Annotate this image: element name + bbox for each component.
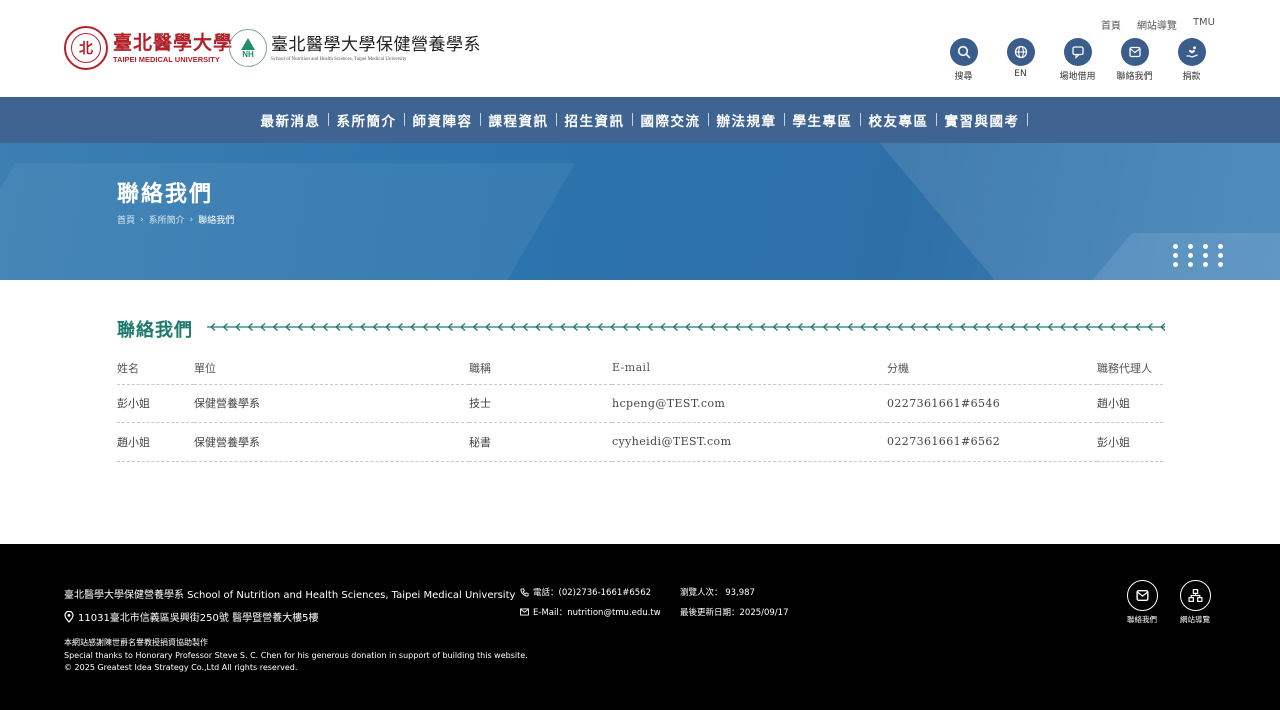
cell-name: 彭小姐 [117,384,194,423]
mail-icon [1120,38,1149,66]
department-logo-zh: 臺北醫學大學保健營養學系 [271,34,481,55]
footer-address: 11031臺北市信義區吳興街250號 醫學暨營養大樓5樓 [64,609,318,624]
venue-rental-button[interactable]: 場地借用 [1049,38,1106,82]
cell-title: 技士 [469,384,612,423]
breadcrumb-about[interactable]: 系所簡介 [149,213,185,226]
tmu-logo-zh: 臺北醫學大學 [113,32,234,54]
footer-visit-count: 瀏覽人次： 93,987 [680,588,755,598]
chevron-right-icon: › [189,214,194,225]
top-link-home[interactable]: 首頁 [1101,17,1121,32]
footer-phone: 電話：(02)2736-1661#6562 [520,586,651,598]
english-button[interactable]: EN [992,38,1049,82]
cell-title: 秘書 [469,422,612,462]
cell-extension: 0227361661#6546 [887,384,1097,423]
footer-credit-en: Special thanks to Honorary Professor Ste… [64,651,528,660]
top-link-sitemap[interactable]: 網站導覽 [1137,17,1177,32]
nav-item-about[interactable]: 系所簡介 [329,110,405,130]
nav-item-regulations[interactable]: 辦法規章 [709,110,785,130]
page-banner: 聯絡我們 首頁 › 系所簡介 › 聯絡我們 [0,143,1280,280]
nav-item-internship[interactable]: 實習與國考 [937,110,1028,130]
header-tools: 搜尋 EN 場地借用 聯絡我們 捐款 [935,38,1220,82]
column-header-email: E-mail [612,352,887,385]
nav-item-faculty[interactable]: 師資陣容 [405,110,481,130]
cell-unit: 保健營養學系 [194,384,469,423]
table-row: 趙小姐 保健營養學系 秘書 cyyheidi@TEST.com 02273616… [117,422,1163,462]
chat-icon [1063,38,1092,66]
footer-contact-button[interactable]: 聯絡我們 [1126,580,1158,625]
tmu-seal-icon: 北 [64,26,108,70]
top-link-tmu[interactable]: TMU [1193,17,1215,32]
nav-item-students[interactable]: 學生專區 [785,110,861,130]
mail-icon [1126,580,1158,611]
cell-email: cyyheidi@TEST.com [612,422,887,462]
tmu-logo-link[interactable]: 北 臺北醫學大學 TAIPEI MEDICAL UNIVERSITY [64,26,233,70]
column-header-deputy: 職務代理人 [1097,352,1163,385]
nav-item-news[interactable]: 最新消息 [253,110,329,130]
nav-item-admissions[interactable]: 招生資訊 [557,110,633,130]
cell-name: 趙小姐 [117,422,194,462]
cell-extension: 0227361661#6562 [887,422,1097,462]
page-title: 聯絡我們 [117,182,214,207]
footer-email: E-Mail：nutrition@tmu.edu.tw [520,606,661,618]
contacts-table: 姓名 單位 職稱 E-mail 分機 職務代理人 彭小姐 保健營養學系 技士 h… [117,352,1163,462]
top-links: 首頁 網站導覽 TMU [1101,17,1215,32]
table-row: 彭小姐 保健營養學系 技士 hcpeng@TEST.com 0227361661… [117,384,1163,423]
location-pin-icon [64,610,74,623]
nav-item-courses[interactable]: 課程資訊 [481,110,557,130]
footer-email-link[interactable]: E-Mail：nutrition@tmu.edu.tw [533,606,661,618]
footer-last-updated: 最後更新日期：2025/09/17 [680,608,789,618]
search-icon [949,38,978,66]
footer-copyright: © 2025 Greatest Idea Strategy Co.,Ltd Al… [64,663,298,672]
breadcrumb-current: 聯絡我們 [198,216,235,226]
footer-credit-zh: 本網站感謝陳世爵名譽教授捐資協助製作 [64,638,208,647]
search-button[interactable]: 搜尋 [935,38,992,82]
phone-icon [520,587,529,597]
site-header: 北 臺北醫學大學 TAIPEI MEDICAL UNIVERSITY NH 臺北… [0,0,1280,97]
main-nav: 最新消息 系所簡介 師資陣容 課程資訊 招生資訊 國際交流 辦法規章 學生專區 … [0,97,1280,143]
column-header-extension: 分機 [887,352,1097,385]
cell-deputy: 彭小姐 [1097,422,1163,462]
breadcrumb: 首頁 › 系所簡介 › 聯絡我們 [117,213,235,227]
cell-email: hcpeng@TEST.com [612,384,887,423]
sitemap-icon [1179,580,1211,611]
column-header-title: 職稱 [469,352,612,385]
cell-deputy: 趙小姐 [1097,384,1163,423]
column-header-unit: 單位 [194,352,469,385]
department-logo-link[interactable]: NH 臺北醫學大學保健營養學系 School of Nutrition and … [229,29,481,67]
footer-sitemap-button[interactable]: 網站導覽 [1179,580,1211,625]
nh-badge-icon: NH [229,29,267,67]
nav-item-alumni[interactable]: 校友專區 [861,110,937,130]
table-header-row: 姓名 單位 職稱 E-mail 分機 職務代理人 [117,352,1163,385]
dot-grid-icon [1173,244,1223,267]
contact-button[interactable]: 聯絡我們 [1106,38,1163,82]
column-header-name: 姓名 [117,352,194,385]
globe-icon [1006,38,1035,66]
chevron-right-icon: › [140,214,144,225]
footer-school-name: 臺北醫學大學保健營養學系 School of Nutrition and Hea… [64,590,516,601]
section-title: 聯絡我們 [117,320,193,341]
breadcrumb-home[interactable]: 首頁 [117,213,135,226]
donate-button[interactable]: 捐款 [1163,38,1220,82]
donate-icon [1177,38,1206,66]
chevron-divider-icon [207,323,1165,331]
department-logo-en: School of Nutrition and Health Sciences,… [271,56,407,62]
nav-item-international[interactable]: 國際交流 [633,110,709,130]
envelope-icon [520,608,529,616]
cell-unit: 保健營養學系 [194,422,469,462]
site-footer: 臺北醫學大學保健營養學系 School of Nutrition and Hea… [0,544,1280,710]
tmu-logo-en: TAIPEI MEDICAL UNIVERSITY [113,55,220,64]
footer-tools: 聯絡我們 網站導覽 [1126,580,1211,625]
